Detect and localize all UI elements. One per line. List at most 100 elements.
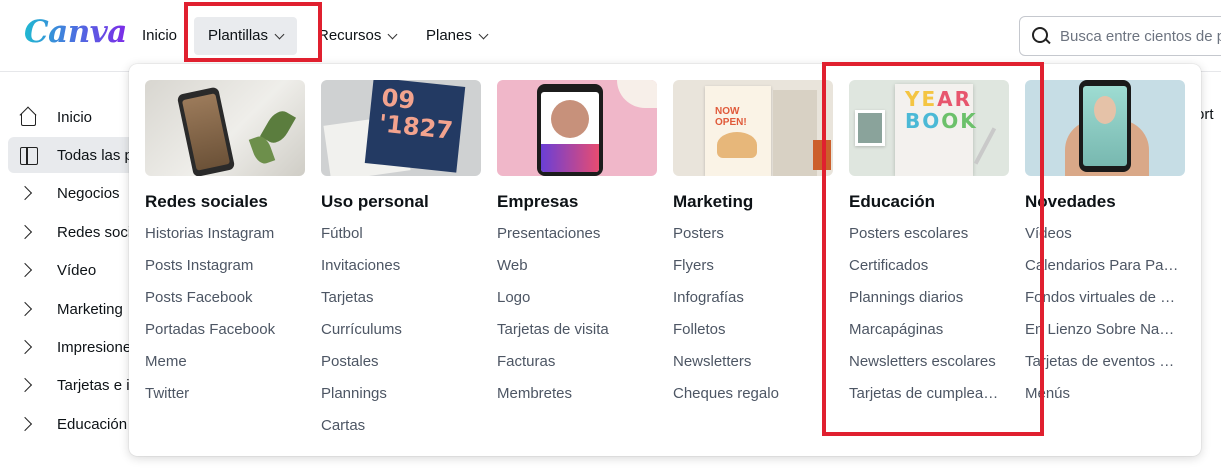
menu-link[interactable]: Fútbol [321, 223, 477, 255]
menu-link[interactable]: Vídeos [1025, 223, 1181, 255]
nav-plantillas[interactable]: Plantillas [194, 17, 298, 55]
phone-image [176, 86, 236, 176]
sidebar-item-label: Impresione [57, 338, 132, 356]
templates-grid-icon [18, 145, 38, 165]
home-icon [18, 107, 38, 127]
sidebar-item-label: Inicio [57, 108, 93, 126]
menu-link[interactable]: Tarjetas [321, 287, 477, 319]
nav-planes[interactable]: Planes [418, 17, 495, 55]
sidebar-item-label: Todas las p [57, 146, 133, 164]
sidebar-item-redes-sociales[interactable]: Redes soci [8, 214, 140, 250]
sidebar-item-tarjetas[interactable]: Tarjetas e i [8, 367, 140, 403]
poster-image [773, 90, 817, 176]
chevron-right-icon [18, 414, 38, 434]
top-bar: Canva Inicio Plantillas Recursos Planes … [0, 0, 1221, 72]
menu-link[interactable]: Cheques regalo [673, 383, 829, 415]
menu-column-empresas: Empresas Presentaciones Web Logo Tarjeta… [497, 80, 657, 415]
menu-link[interactable]: Plannings [321, 383, 477, 415]
nav-label: Plantillas [208, 27, 269, 44]
photo-image [855, 110, 885, 146]
nav-recursos[interactable]: Recursos [310, 17, 404, 55]
marketing-thumbnail[interactable]: NOW OPEN! [673, 80, 833, 176]
menu-link[interactable]: Logo [497, 287, 653, 319]
social-media-thumbnail[interactable] [145, 80, 305, 176]
menu-column-title[interactable]: Marketing [673, 191, 833, 213]
poster-image: NOW OPEN! [705, 86, 771, 176]
sidebar-item-label: Educación [57, 415, 128, 433]
menu-link[interactable]: Flyers [673, 255, 829, 287]
menu-link[interactable]: Posters [673, 223, 829, 255]
date-card-image: 09 '1827 [364, 80, 466, 173]
menu-link[interactable]: Certificados [849, 255, 1005, 287]
menu-link[interactable]: En Lienzo Sobre Navi… [1025, 319, 1181, 351]
menu-link[interactable]: Membretes [497, 383, 653, 415]
chevron-right-icon [18, 222, 38, 242]
nav-label: Planes [426, 27, 472, 44]
nav-label: Inicio [142, 27, 178, 44]
personal-use-thumbnail[interactable]: 09 '1827 [321, 80, 481, 176]
menu-link[interactable]: Tarjetas de eventos … [1025, 351, 1181, 383]
menu-column-educacion: YEAR BOOK Educación Posters escolares Ce… [849, 80, 1009, 415]
sidebar-item-educacion[interactable]: Educación [8, 406, 140, 442]
chevron-down-icon [387, 29, 398, 39]
menu-link[interactable]: Presentaciones [497, 223, 653, 255]
chevron-right-icon [18, 375, 38, 395]
sidebar-item-inicio[interactable]: Inicio [8, 99, 140, 135]
menu-link[interactable]: Historias Instagram [145, 223, 301, 255]
chevron-right-icon [18, 299, 38, 319]
sidebar-item-todas-las-plantillas[interactable]: Todas las p [8, 137, 140, 173]
sidebar-item-label: Tarjetas e i [57, 376, 130, 394]
menu-link[interactable]: Currículums [321, 319, 477, 351]
menu-link[interactable]: Newsletters [673, 351, 829, 383]
menu-link[interactable]: Posts Facebook [145, 287, 301, 319]
menu-link[interactable]: Folletos [673, 319, 829, 351]
canva-logo[interactable]: Canva [24, 14, 127, 50]
chevron-right-icon [18, 260, 38, 280]
menu-link[interactable]: Calendarios Para Par… [1025, 255, 1181, 287]
chevron-right-icon [18, 337, 38, 357]
sidebar-item-marketing[interactable]: Marketing [8, 291, 140, 327]
new-thumbnail[interactable] [1025, 80, 1185, 176]
menu-link[interactable]: Newsletters escolares [849, 351, 1005, 383]
menu-link[interactable]: Infografías [673, 287, 829, 319]
menu-link[interactable]: Portadas Facebook [145, 319, 301, 351]
business-thumbnail[interactable] [497, 80, 657, 176]
menu-column-marketing: NOW OPEN! Marketing Posters Flyers Infog… [673, 80, 833, 415]
menu-link[interactable]: Tarjetas de visita [497, 319, 653, 351]
menu-link[interactable]: Invitaciones [321, 255, 477, 287]
sidebar-item-negocios[interactable]: Negocios [8, 175, 140, 211]
search-placeholder: Busca entre cientos de p [1060, 27, 1221, 45]
sidebar-item-impresiones[interactable]: Impresione [8, 329, 140, 365]
menu-column-title[interactable]: Educación [849, 191, 1009, 213]
menu-column-title[interactable]: Novedades [1025, 191, 1185, 213]
menu-link[interactable]: Postales [321, 351, 477, 383]
education-thumbnail[interactable]: YEAR BOOK [849, 80, 1009, 176]
menu-link[interactable]: Facturas [497, 351, 653, 383]
chevron-down-icon [274, 29, 285, 39]
templates-dropdown-menu: Redes sociales Historias Instagram Posts… [129, 64, 1201, 456]
yearbook-image: YEAR BOOK [895, 84, 976, 176]
menu-link[interactable]: Cartas [321, 415, 477, 447]
sidebar-item-label: Vídeo [57, 261, 97, 279]
search-input[interactable]: Busca entre cientos de p [1019, 16, 1221, 56]
menu-link[interactable]: Tarjetas de cumplea… [849, 383, 1005, 415]
menu-column-title[interactable]: Empresas [497, 191, 657, 213]
menu-link[interactable]: Meme [145, 351, 301, 383]
menu-link[interactable]: Posts Instagram [145, 255, 301, 287]
menu-link[interactable]: Fondos virtuales de … [1025, 287, 1181, 319]
cup-image [617, 80, 657, 108]
menu-link[interactable]: Plannings diarios [849, 287, 1005, 319]
phone-image [537, 84, 603, 176]
sidebar-item-label: Marketing [57, 300, 123, 318]
menu-column-title[interactable]: Redes sociales [145, 191, 305, 213]
menu-link[interactable]: Twitter [145, 383, 301, 415]
menu-column-title[interactable]: Uso personal [321, 191, 481, 213]
menu-link[interactable]: Posters escolares [849, 223, 1005, 255]
search-icon [1032, 27, 1050, 45]
menu-link[interactable]: Web [497, 255, 653, 287]
sidebar-item-label: Negocios [57, 184, 120, 202]
menu-link[interactable]: Marcapáginas [849, 319, 1005, 351]
menu-link[interactable]: Menús [1025, 383, 1181, 415]
nav-inicio[interactable]: Inicio [134, 17, 185, 55]
sidebar-item-video[interactable]: Vídeo [8, 252, 140, 288]
